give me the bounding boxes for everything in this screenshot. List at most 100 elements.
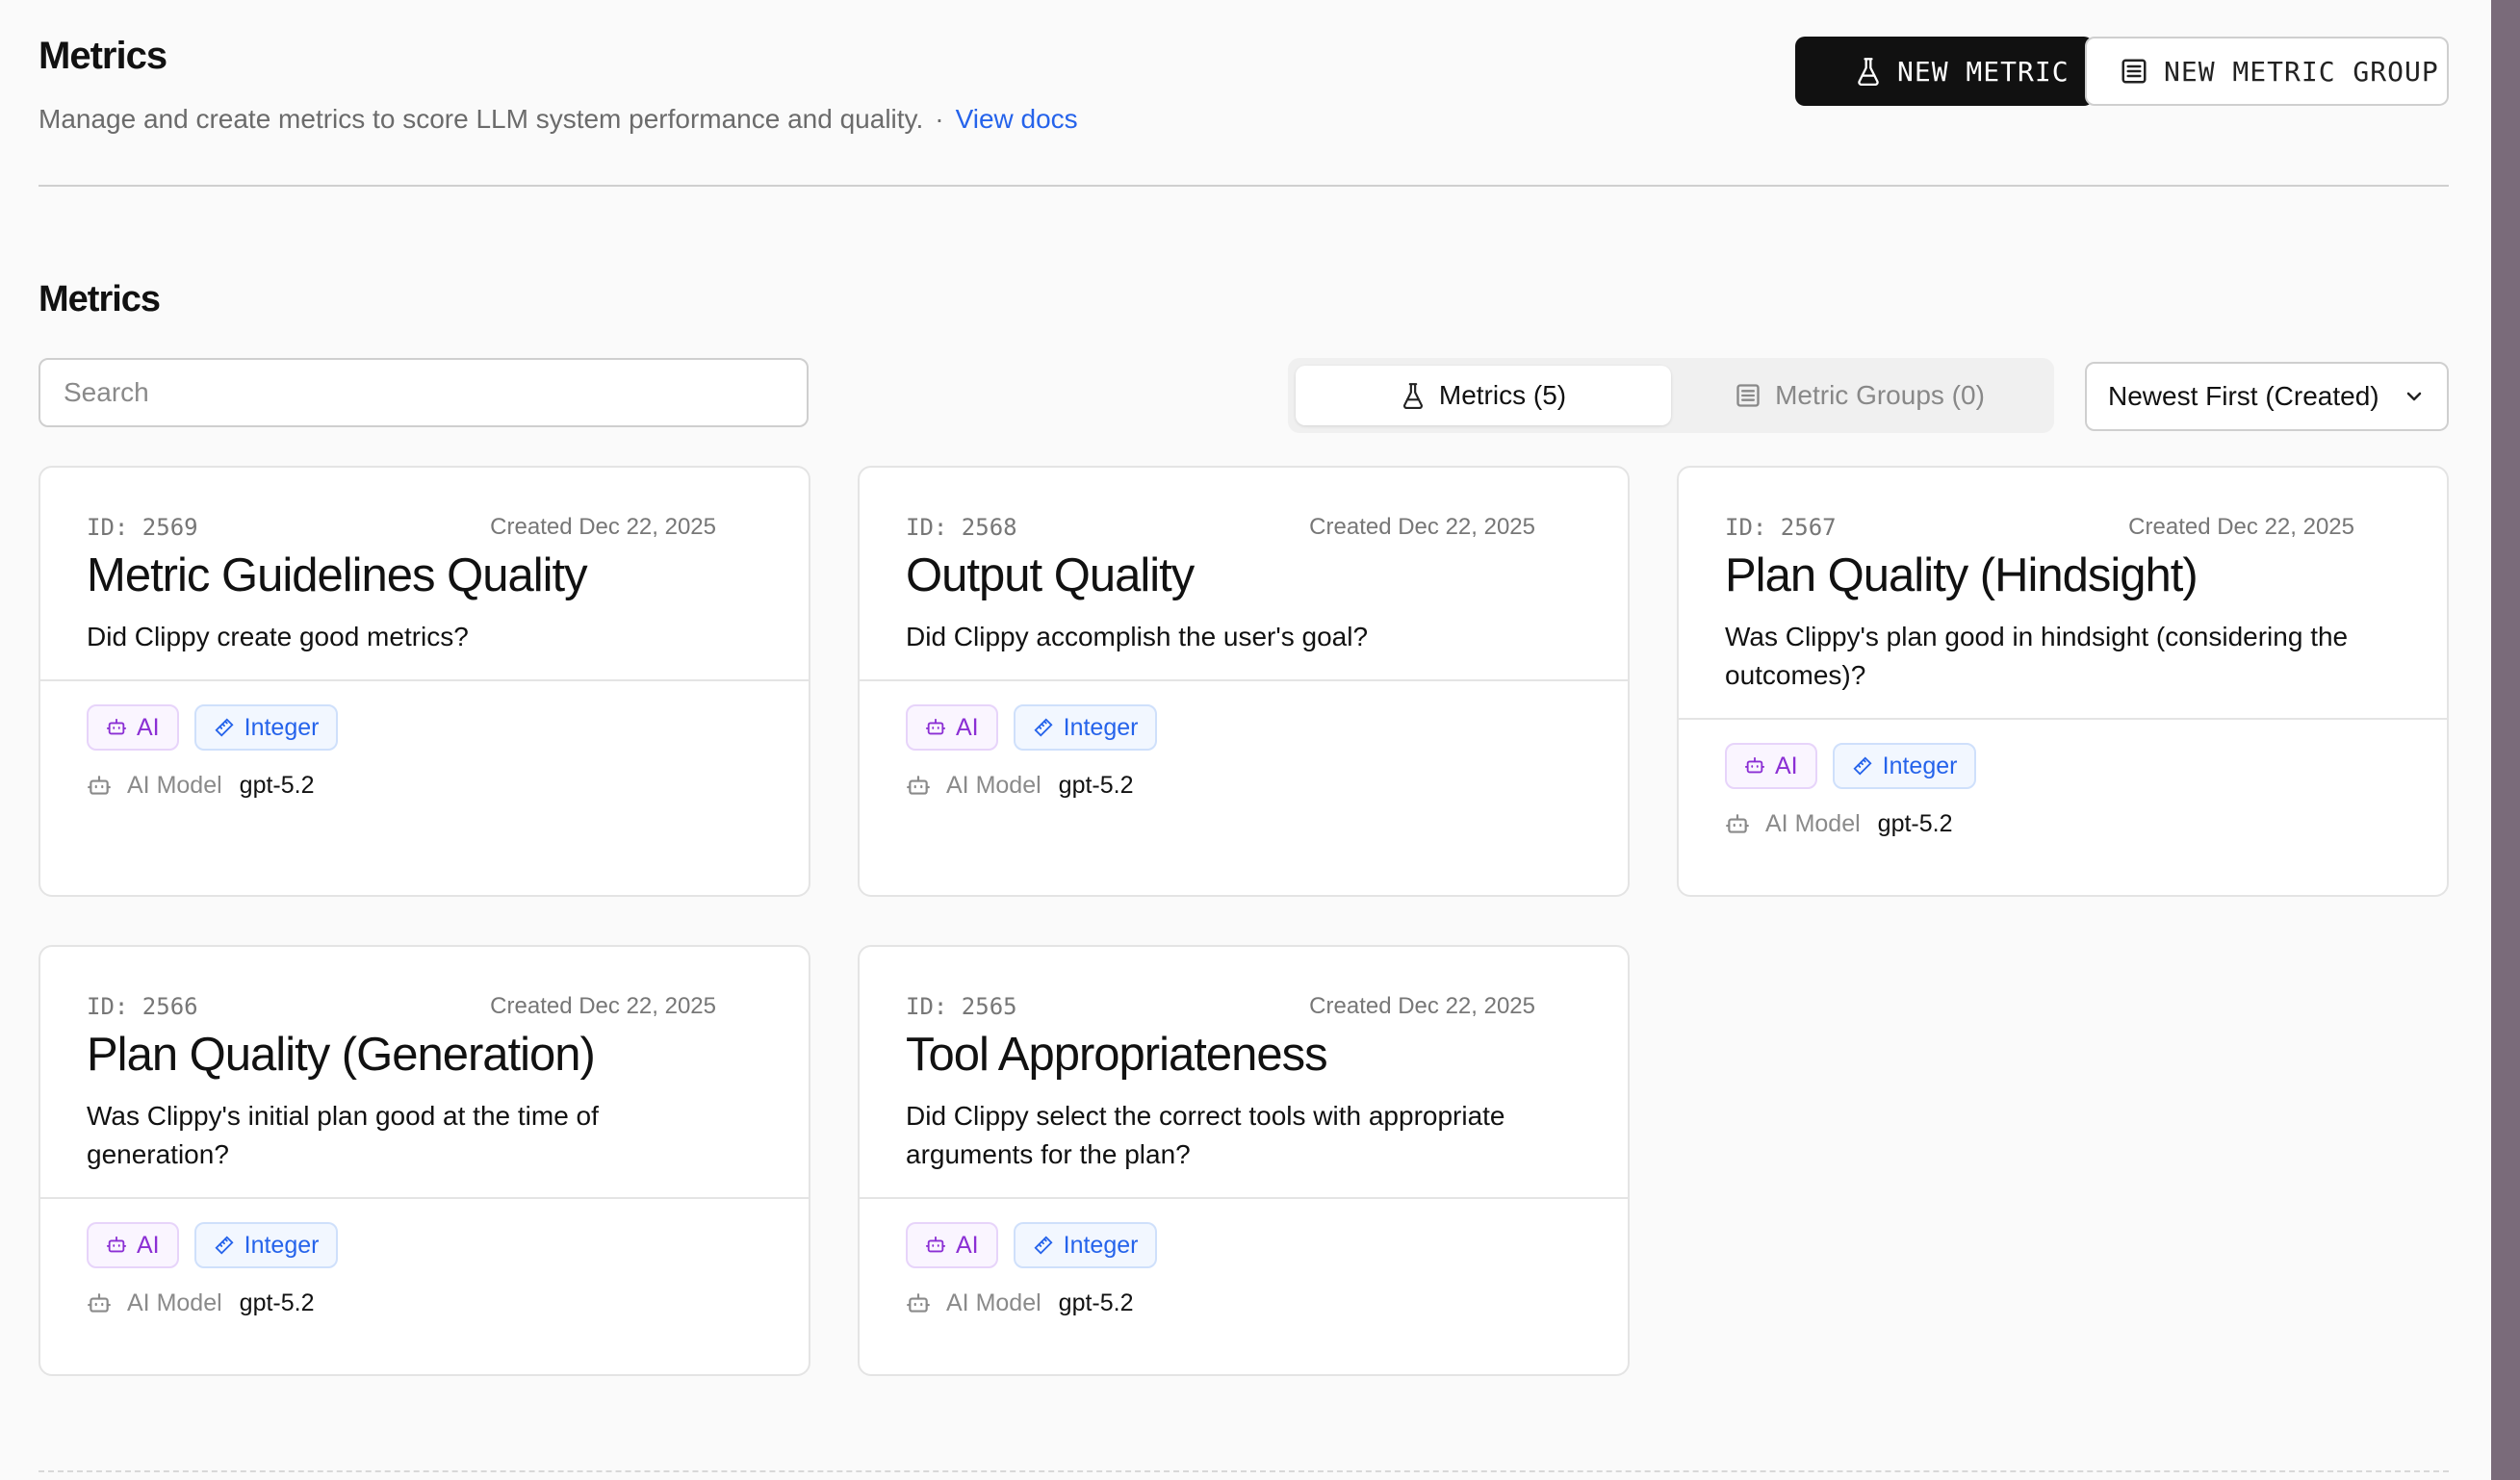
metric-card[interactable]: ID: 2569 Created Dec 22, 2025 Metric Gui…	[39, 466, 810, 897]
new-metric-group-button[interactable]: NEW METRIC GROUP	[2085, 37, 2449, 106]
model-value: gpt-5.2	[1058, 1289, 1134, 1316]
card-header: ID: 2569 Created Dec 22, 2025 Metric Gui…	[40, 468, 809, 681]
metric-created: Created Dec 22, 2025	[1309, 993, 1535, 1019]
metric-description: Did Clippy accomplish the user's goal?	[906, 622, 1369, 651]
metric-card[interactable]: ID: 2566 Created Dec 22, 2025 Plan Quali…	[39, 945, 810, 1376]
chevron-down-icon	[2406, 392, 2422, 401]
tag-ai-label: AI	[956, 1231, 979, 1259]
metric-id: ID: 2565	[906, 993, 1017, 1020]
robot-icon	[106, 1236, 127, 1253]
robot-icon	[1744, 756, 1765, 774]
metric-created: Created Dec 22, 2025	[2128, 514, 2354, 540]
model-label: AI Model	[946, 772, 1041, 799]
section-title: Metrics	[39, 279, 161, 319]
flask-icon	[1402, 383, 1423, 409]
robot-icon	[88, 1292, 111, 1313]
model-row: AI Model gpt-5.2	[87, 1289, 762, 1317]
model-value: gpt-5.2	[1058, 772, 1134, 799]
metric-description: Did Clippy create good metrics?	[87, 622, 469, 651]
tab-metric-groups[interactable]: Metric Groups (0)	[1673, 366, 2046, 425]
tag-integer-label: Integer	[1063, 1231, 1139, 1259]
tag-ai: AI	[87, 1222, 179, 1268]
tag-integer: Integer	[1013, 704, 1158, 751]
robot-icon	[925, 718, 946, 735]
view-toggle: Metrics (5) Metric Groups (0)	[1288, 358, 2054, 433]
metric-created: Created Dec 22, 2025	[490, 514, 716, 540]
metric-name: Plan Quality (Generation)	[87, 1029, 596, 1081]
list-icon	[1736, 384, 1760, 407]
model-value: gpt-5.2	[1877, 810, 1953, 837]
card-header: ID: 2565 Created Dec 22, 2025 Tool Appro…	[860, 947, 1628, 1199]
robot-icon	[907, 775, 930, 795]
metric-id: ID: 2566	[87, 993, 198, 1020]
card-header: ID: 2566 Created Dec 22, 2025 Plan Quali…	[40, 947, 809, 1199]
tag-ai: AI	[906, 1222, 998, 1268]
metric-id: ID: 2567	[1725, 514, 1837, 541]
tab-metrics[interactable]: Metrics (5)	[1296, 366, 1671, 425]
subtitle-separator: ·	[935, 104, 944, 134]
card-header: ID: 2568 Created Dec 22, 2025 Output Qua…	[860, 468, 1628, 681]
new-metric-group-label: NEW METRIC GROUP	[2164, 55, 2439, 88]
metrics-page: Metrics Manage and create metrics to sco…	[39, 0, 2449, 1472]
robot-icon	[907, 1292, 930, 1313]
model-label: AI Model	[127, 772, 222, 799]
robot-icon	[106, 718, 127, 735]
metric-name: Metric Guidelines Quality	[87, 549, 588, 601]
robot-icon	[925, 1236, 946, 1253]
metric-id: ID: 2568	[906, 514, 1017, 541]
ruler-icon	[1853, 756, 1872, 776]
new-metric-label: NEW METRIC	[1897, 55, 2070, 88]
model-row: AI Model gpt-5.2	[87, 772, 762, 800]
tag-ai: AI	[87, 704, 179, 751]
metric-id: ID: 2569	[87, 514, 198, 541]
model-value: gpt-5.2	[239, 772, 315, 799]
tag-ai-label: AI	[137, 713, 160, 741]
ruler-icon	[215, 1236, 234, 1255]
robot-icon	[1726, 813, 1749, 833]
model-row: AI Model gpt-5.2	[1725, 810, 2401, 838]
model-label: AI Model	[946, 1289, 1041, 1316]
model-value: gpt-5.2	[239, 1289, 315, 1316]
model-label: AI Model	[127, 1289, 222, 1316]
tag-ai: AI	[906, 704, 998, 751]
metric-name: Output Quality	[906, 549, 1195, 601]
tag-ai: AI	[1725, 743, 1817, 789]
metric-description: Was Clippy's plan good in hindsight (con…	[1725, 622, 2349, 690]
metric-card[interactable]: ID: 2565 Created Dec 22, 2025 Tool Appro…	[858, 945, 1630, 1376]
tag-ai-label: AI	[1775, 752, 1798, 779]
view-docs-link[interactable]: View docs	[956, 104, 1078, 134]
metric-card[interactable]: ID: 2568 Created Dec 22, 2025 Output Qua…	[858, 466, 1630, 897]
metric-name: Plan Quality (Hindsight)	[1725, 549, 2199, 601]
page-header: Metrics Manage and create metrics to sco…	[39, 0, 2449, 187]
metric-description: Was Clippy's initial plan good at the ti…	[87, 1101, 599, 1169]
tag-ai-label: AI	[137, 1231, 160, 1259]
tab-metrics-label: Metrics (5)	[1438, 380, 1567, 410]
tag-ai-label: AI	[956, 713, 979, 741]
model-row: AI Model gpt-5.2	[906, 772, 1581, 800]
new-metric-button[interactable]: NEW METRIC	[1795, 37, 2094, 106]
tag-integer: Integer	[1013, 1222, 1158, 1268]
section-divider	[39, 1470, 2449, 1472]
search-input[interactable]	[39, 358, 809, 427]
page-title: Metrics	[39, 35, 167, 77]
metric-created: Created Dec 22, 2025	[1309, 514, 1535, 540]
scrollbar[interactable]	[2491, 0, 2520, 1480]
tag-integer-label: Integer	[244, 1231, 320, 1259]
metric-card[interactable]: ID: 2567 Created Dec 22, 2025 Plan Quali…	[1677, 466, 2449, 897]
list-icon	[2121, 59, 2147, 84]
page-subtitle: Manage and create metrics to score LLM s…	[39, 104, 1078, 135]
metric-description: Did Clippy select the correct tools with…	[906, 1101, 1505, 1169]
flask-icon	[1858, 58, 1879, 86]
tab-metric-groups-label: Metric Groups (0)	[1775, 380, 1985, 410]
tag-integer: Integer	[193, 704, 339, 751]
ruler-icon	[1034, 718, 1053, 737]
model-row: AI Model gpt-5.2	[906, 1289, 1581, 1317]
sort-select[interactable]: Newest First (Created)	[2085, 362, 2449, 431]
subtitle-text: Manage and create metrics to score LLM s…	[39, 104, 924, 134]
sort-selected-label: Newest First (Created)	[2108, 381, 2379, 411]
tag-integer-label: Integer	[244, 713, 320, 741]
tag-integer: Integer	[1832, 743, 1977, 789]
robot-icon	[88, 775, 111, 795]
metric-created: Created Dec 22, 2025	[490, 993, 716, 1019]
metric-name: Tool Appropriateness	[906, 1029, 1328, 1081]
